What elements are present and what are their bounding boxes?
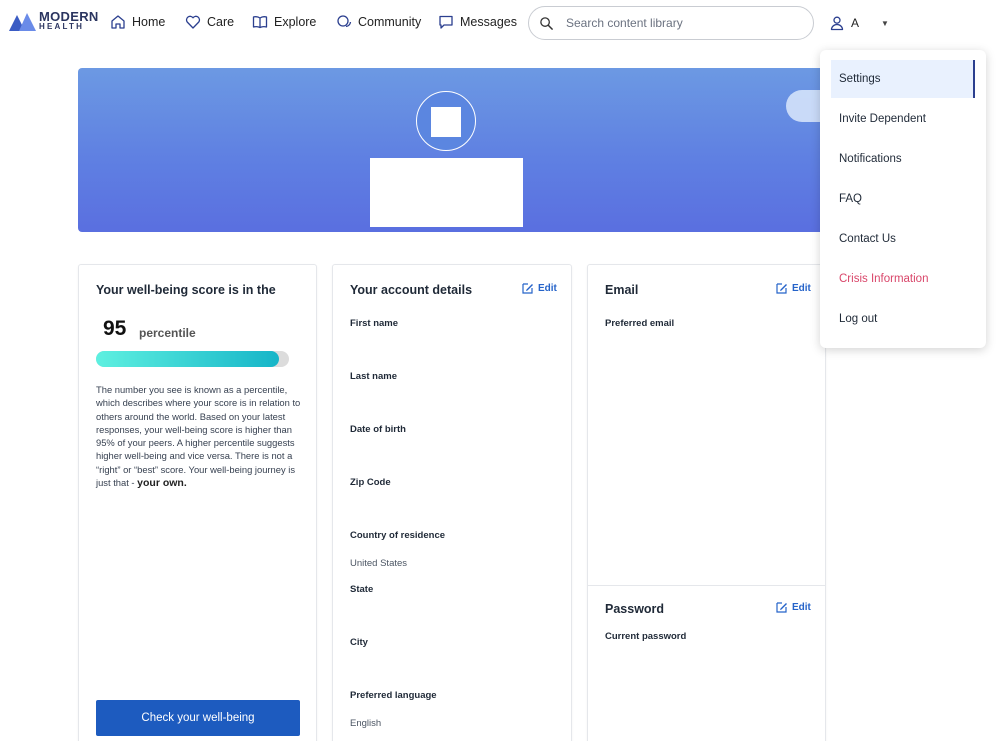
email-password-card: Email Edit Preferred email Password Edit…: [587, 264, 826, 741]
edit-icon: [776, 602, 787, 613]
first-name-label: First name: [350, 318, 399, 329]
password-section-title: Password: [605, 602, 665, 616]
search-input[interactable]: [566, 16, 796, 30]
menu-item-log-out[interactable]: Log out: [831, 300, 975, 338]
search-bar[interactable]: [528, 6, 814, 40]
email-card-title: Email: [605, 283, 639, 297]
account-edit-label: Edit: [538, 282, 557, 294]
state-label: State: [350, 584, 374, 595]
score-progress-bar: [96, 351, 289, 367]
score-unit: percentile: [139, 326, 196, 340]
nav-messages[interactable]: Messages: [438, 14, 517, 30]
edit-icon: [776, 283, 787, 294]
email-edit-button[interactable]: Edit: [776, 282, 811, 294]
menu-item-contact-us[interactable]: Contact Us: [831, 220, 975, 258]
top-nav: MODERN HEALTH Home Care Explore Communit…: [0, 0, 997, 46]
wellbeing-score-card: Your well-being score is in the 95 perce…: [78, 264, 317, 741]
user-icon: [830, 16, 844, 31]
menu-item-notifications[interactable]: Notifications: [831, 140, 975, 178]
user-initial: A: [851, 16, 860, 30]
nav-explore-label: Explore: [274, 15, 317, 29]
nav-community[interactable]: Community: [336, 14, 421, 30]
current-password-label: Current password: [605, 631, 687, 642]
nav-messages-label: Messages: [460, 15, 517, 29]
section-divider: [588, 585, 825, 586]
chevron-down-icon: ▼: [881, 18, 889, 28]
dob-label: Date of birth: [350, 424, 406, 435]
nav-home[interactable]: Home: [110, 14, 165, 30]
logo-text-line2: HEALTH: [39, 22, 85, 31]
check-wellbeing-button[interactable]: Check your well-being: [96, 700, 300, 736]
nav-home-label: Home: [132, 15, 166, 29]
book-icon: [252, 16, 268, 29]
avatar-image: [431, 107, 461, 137]
country-value: United States: [350, 558, 408, 569]
edit-icon: [522, 283, 533, 294]
score-card-title: Your well-being score is in the: [96, 283, 276, 297]
search-icon: [540, 16, 553, 30]
zip-label: Zip Code: [350, 477, 391, 488]
score-description: The number you see is known as a percent…: [96, 383, 301, 490]
profile-name-redacted: [370, 158, 523, 227]
home-icon: [111, 15, 125, 29]
language-value: English: [350, 718, 382, 729]
account-edit-button[interactable]: Edit: [522, 282, 557, 294]
heart-icon: [185, 15, 201, 29]
account-card-title: Your account details: [350, 283, 473, 297]
nav-explore[interactable]: Explore: [252, 14, 316, 30]
score-description-bold: your own.: [137, 477, 187, 490]
community-icon: [337, 15, 352, 28]
score-progress-fill: [96, 351, 280, 367]
avatar: [416, 91, 476, 151]
menu-item-invite-dependent[interactable]: Invite Dependent: [831, 100, 975, 138]
account-details-card: Your account details Edit First name Las…: [332, 264, 572, 741]
nav-care-label: Care: [207, 15, 235, 29]
menu-item-settings[interactable]: Settings: [831, 60, 975, 98]
logo-mark-icon: [9, 12, 36, 31]
language-label: Preferred language: [350, 690, 437, 701]
user-menu-toggle[interactable]: A ▼: [829, 15, 889, 31]
nav-community-label: Community: [358, 15, 422, 29]
score-description-text: The number you see is known as a percent…: [96, 384, 301, 489]
password-edit-button[interactable]: Edit: [776, 601, 811, 613]
modern-health-logo[interactable]: MODERN HEALTH: [9, 10, 99, 31]
score-value: 95: [103, 317, 127, 340]
user-dropdown-menu: Settings Invite Dependent Notifications …: [820, 50, 986, 348]
country-label: Country of residence: [350, 530, 446, 541]
preferred-email-label: Preferred email: [605, 318, 675, 329]
nav-care[interactable]: Care: [185, 14, 234, 30]
password-edit-label: Edit: [792, 601, 811, 613]
last-name-label: Last name: [350, 371, 397, 382]
profile-banner: [78, 68, 830, 232]
city-label: City: [350, 637, 368, 648]
message-icon: [439, 15, 453, 29]
menu-item-crisis-information[interactable]: Crisis Information: [831, 260, 975, 298]
menu-item-faq[interactable]: FAQ: [831, 180, 975, 218]
email-edit-label: Edit: [792, 282, 811, 294]
